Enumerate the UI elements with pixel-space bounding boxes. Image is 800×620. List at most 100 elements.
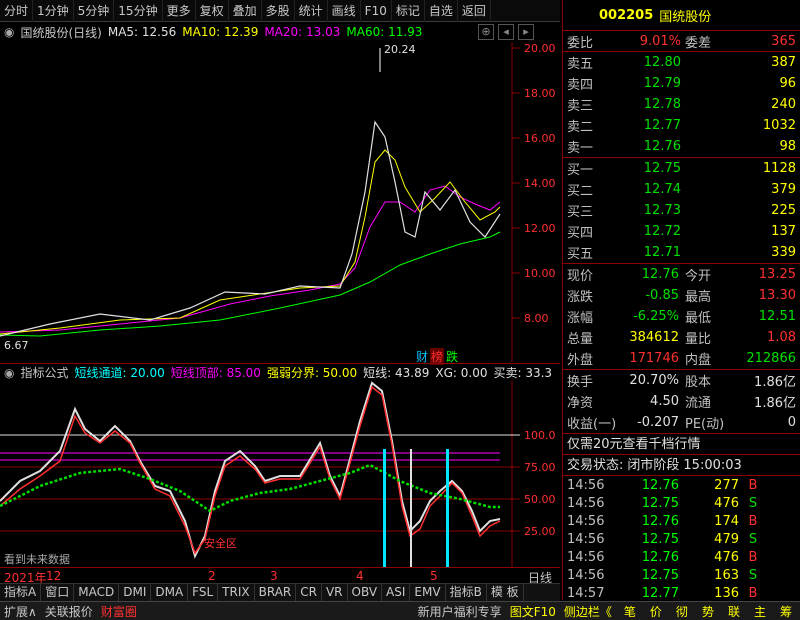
indicator-trend-line (0, 463, 500, 513)
weicha-value: 365 (771, 33, 796, 49)
indicator-white-line (0, 381, 501, 559)
order-book-row[interactable]: 买三 12.73 225 (563, 200, 800, 221)
toolbar-item[interactable]: 叠加 (229, 0, 262, 22)
trade-volume: 476 (714, 495, 739, 511)
sidebar-toggle-button[interactable]: 侧边栏《 (560, 603, 616, 620)
expand-button[interactable]: 扩展∧ (0, 603, 41, 620)
toolbar-item[interactable]: 复权 (196, 0, 229, 22)
indicator-tab[interactable]: MACD (74, 584, 120, 601)
order-book-row[interactable]: 买五 12.71 339 (563, 242, 800, 263)
short-top-label: 短线顶部: 85.00 (170, 366, 261, 380)
ma5-label: MA5: 12.56 (107, 25, 177, 39)
indicator-tab[interactable]: 模 板 (487, 584, 524, 601)
toolbar-item[interactable]: F10 (361, 0, 392, 22)
toolbar-item[interactable]: 标记 (392, 0, 425, 22)
order-book-row[interactable]: 买二 12.74 379 (563, 179, 800, 200)
toolbar-item[interactable]: 15分钟 (114, 0, 163, 22)
order-book-row[interactable]: 卖四 12.79 96 (563, 73, 800, 94)
safe-zone-label: 安全区 (204, 536, 237, 550)
order-book-row[interactable]: 卖二 12.77 1032 (563, 115, 800, 136)
indicator-tab[interactable]: CR (296, 584, 322, 601)
sidebar-shortcut-icon[interactable]: 价 (650, 603, 662, 620)
future-data-hint: 看到未来数据 (4, 552, 70, 566)
toolbar-item[interactable]: 5分钟 (74, 0, 115, 22)
order-book-row[interactable]: 卖五 12.80 387 (563, 52, 800, 73)
toolbar-item[interactable]: 多股 (262, 0, 295, 22)
indicator-tab[interactable]: TRIX (218, 584, 255, 601)
stat-key: 净资 (567, 396, 594, 411)
ma60-label: MA60: 11.93 (346, 25, 423, 39)
order-book-row[interactable]: 卖三 12.78 240 (563, 94, 800, 115)
toolbar-item[interactable]: 返回 (458, 0, 491, 22)
indicator-tabs: 指标A 窗口 MACD DMI DMA FSL TRIX BRAR CR VR OBV ASI EMV 指… (0, 583, 560, 601)
stat-key: 涨跌 (567, 290, 594, 305)
related-quotes-button[interactable]: 关联报价 (41, 603, 97, 620)
trade-time: 14:56 (567, 513, 605, 529)
new-user-benefit-button[interactable]: 新用户福利专享 (414, 603, 506, 620)
order-book-row[interactable]: 卖一 12.76 98 (563, 136, 800, 157)
indicator-tab[interactable]: OBV (348, 584, 383, 601)
sidebar-shortcut-icon[interactable]: 势 (702, 603, 714, 620)
indicator-tab[interactable]: 指标A (0, 584, 42, 601)
price-chart[interactable]: 20.00 18.00 16.00 14.00 12.00 10.00 8.00 20.24… (0, 42, 560, 362)
quote-stats: 现价 12.76 今开 13.25 涨跌 -0.85 最高 13.30 涨幅 -6.25% 最低 12… (563, 263, 800, 369)
trade-row: 14:56 12.76 277 B (563, 476, 800, 494)
quote-stats-2: 换手 20.70% 股本 1.86亿 净资 4.50 流通 1.86亿 收益(一) -0.207 P… (563, 369, 800, 433)
stat-value: 12.51 (758, 309, 796, 324)
sidebar-shortcut-icon[interactable]: 筹 (780, 603, 792, 620)
weibi-value: 9.01% (639, 33, 681, 49)
indicator-tab[interactable]: BRAR (255, 584, 297, 601)
stat-key: 量比 (685, 332, 712, 347)
indicator-tab[interactable]: ASI (382, 584, 411, 601)
stat-row: 涨跌 -0.85 最高 13.30 (563, 285, 800, 306)
trade-list: 14:56 12.76 277 B 14:56 12.75 476 S 14:56 12.76 17… (563, 475, 800, 620)
next-icon[interactable]: ▸ (518, 24, 534, 40)
order-volume: 96 (779, 76, 796, 91)
stat-value: 1.86亿 (754, 375, 796, 390)
indicator-collapse-icon[interactable]: ◉ (4, 366, 14, 380)
sidebar-shortcut-icon[interactable]: 主 (754, 603, 766, 620)
order-level-label: 买三 (567, 205, 594, 220)
indicator-tab[interactable]: 窗口 (41, 584, 75, 601)
timeline-tick: 4 (356, 569, 364, 583)
toolbar-item[interactable]: 统计 (295, 0, 328, 22)
indicator-axis-tick: 50.00 (524, 493, 556, 506)
sidebar-shortcut-icon[interactable]: 联 (728, 603, 740, 620)
ask-book: 卖五 12.80 387 卖四 12.79 96 卖三 12.78 240 卖二 12.77 1032… (563, 51, 800, 157)
toolbar-item[interactable]: 更多 (163, 0, 196, 22)
trade-row: 14:56 12.76 476 B (563, 548, 800, 566)
indicator-tab[interactable]: FSL (188, 584, 219, 601)
sidebar-shortcut-icon[interactable]: 笔 (624, 603, 636, 620)
indicator-tab[interactable]: DMA (151, 584, 189, 601)
promo-row[interactable]: 仅需20元查看千档行情 (563, 433, 800, 454)
indicator-tab[interactable]: 指标B (446, 584, 487, 601)
toolbar-item[interactable]: 分时 (0, 0, 34, 22)
zoom-icon[interactable]: ⊕ (478, 24, 494, 40)
indicator-chart[interactable]: 100.0 75.00 50.00 25.00 安全区 看到未来数据 (0, 381, 560, 567)
wealth-circle-button[interactable]: 财富圈 (97, 603, 141, 620)
indicator-axis-tick: 75.00 (524, 461, 556, 474)
price-axis-tick: 14.00 (524, 177, 556, 190)
toolbar-item[interactable]: 1分钟 (33, 0, 74, 22)
f10-button[interactable]: 图文F10 (506, 603, 560, 620)
collapse-icon[interactable]: ◉ (4, 25, 14, 39)
order-book-row[interactable]: 买四 12.72 137 (563, 221, 800, 242)
timeline-tick: 5 (430, 569, 438, 583)
order-volume: 387 (771, 55, 796, 70)
indicator-tab[interactable]: EMV (410, 584, 446, 601)
weicha-label: 委差 (685, 35, 712, 51)
toolbar-item[interactable]: 自选 (425, 0, 458, 22)
price-axis-tick: 8.00 (524, 312, 549, 325)
stat-key: 股本 (685, 375, 712, 390)
trade-direction: S (748, 495, 758, 511)
stock-code: 002205 (599, 7, 654, 23)
ma5-line (0, 120, 501, 337)
chart-nav-buttons: ⊕ ◂ ▸ (478, 24, 534, 40)
prev-icon[interactable]: ◂ (498, 24, 514, 40)
sidebar-shortcut-icon[interactable]: 彻 (676, 603, 688, 620)
indicator-tab[interactable]: VR (322, 584, 348, 601)
short-line-label: 短线: 43.89 (363, 366, 430, 380)
toolbar-item[interactable]: 画线 (328, 0, 361, 22)
indicator-tab[interactable]: DMI (119, 584, 152, 601)
order-book-row[interactable]: 买一 12.75 1128 (563, 158, 800, 179)
